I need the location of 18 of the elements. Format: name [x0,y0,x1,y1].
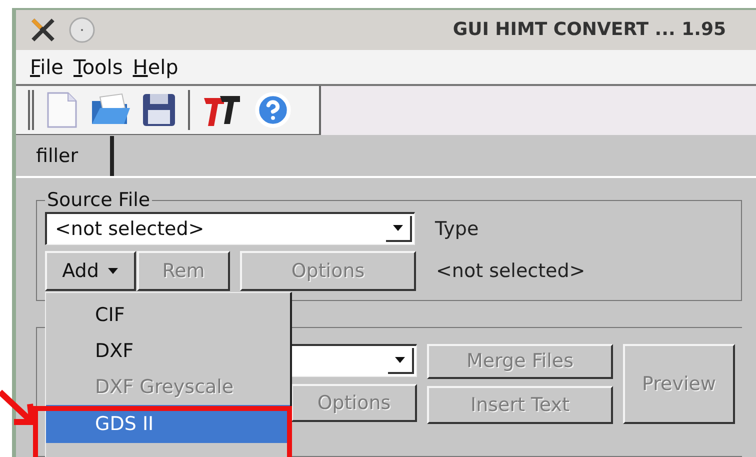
menu-item[interactable]: File [30,52,64,82]
dropdown-arrow-icon [388,348,414,374]
file-combo-box[interactable]: <not selected> [45,212,415,246]
menu-option[interactable]: DXF [46,333,290,369]
menu-item[interactable]: Tools [73,52,123,82]
type-label: Type [435,216,479,242]
add-menu-button[interactable]: Add [45,251,136,292]
crossed-tools-icon[interactable] [30,16,56,43]
type-value: <not selected> [436,259,586,284]
menu-item[interactable]: Help [132,52,178,82]
toolbar-grip-icon [28,90,34,130]
caret-icon [106,267,119,276]
group-title: Source File [46,188,152,213]
help-icon[interactable] [254,91,292,130]
menu-option[interactable]: CIF [46,297,290,333]
window-title: GUI HIMT CONVERT ... 1.95 [452,18,726,42]
dropdown-arrow-icon [386,216,412,242]
pointer-arrow [0,388,36,428]
